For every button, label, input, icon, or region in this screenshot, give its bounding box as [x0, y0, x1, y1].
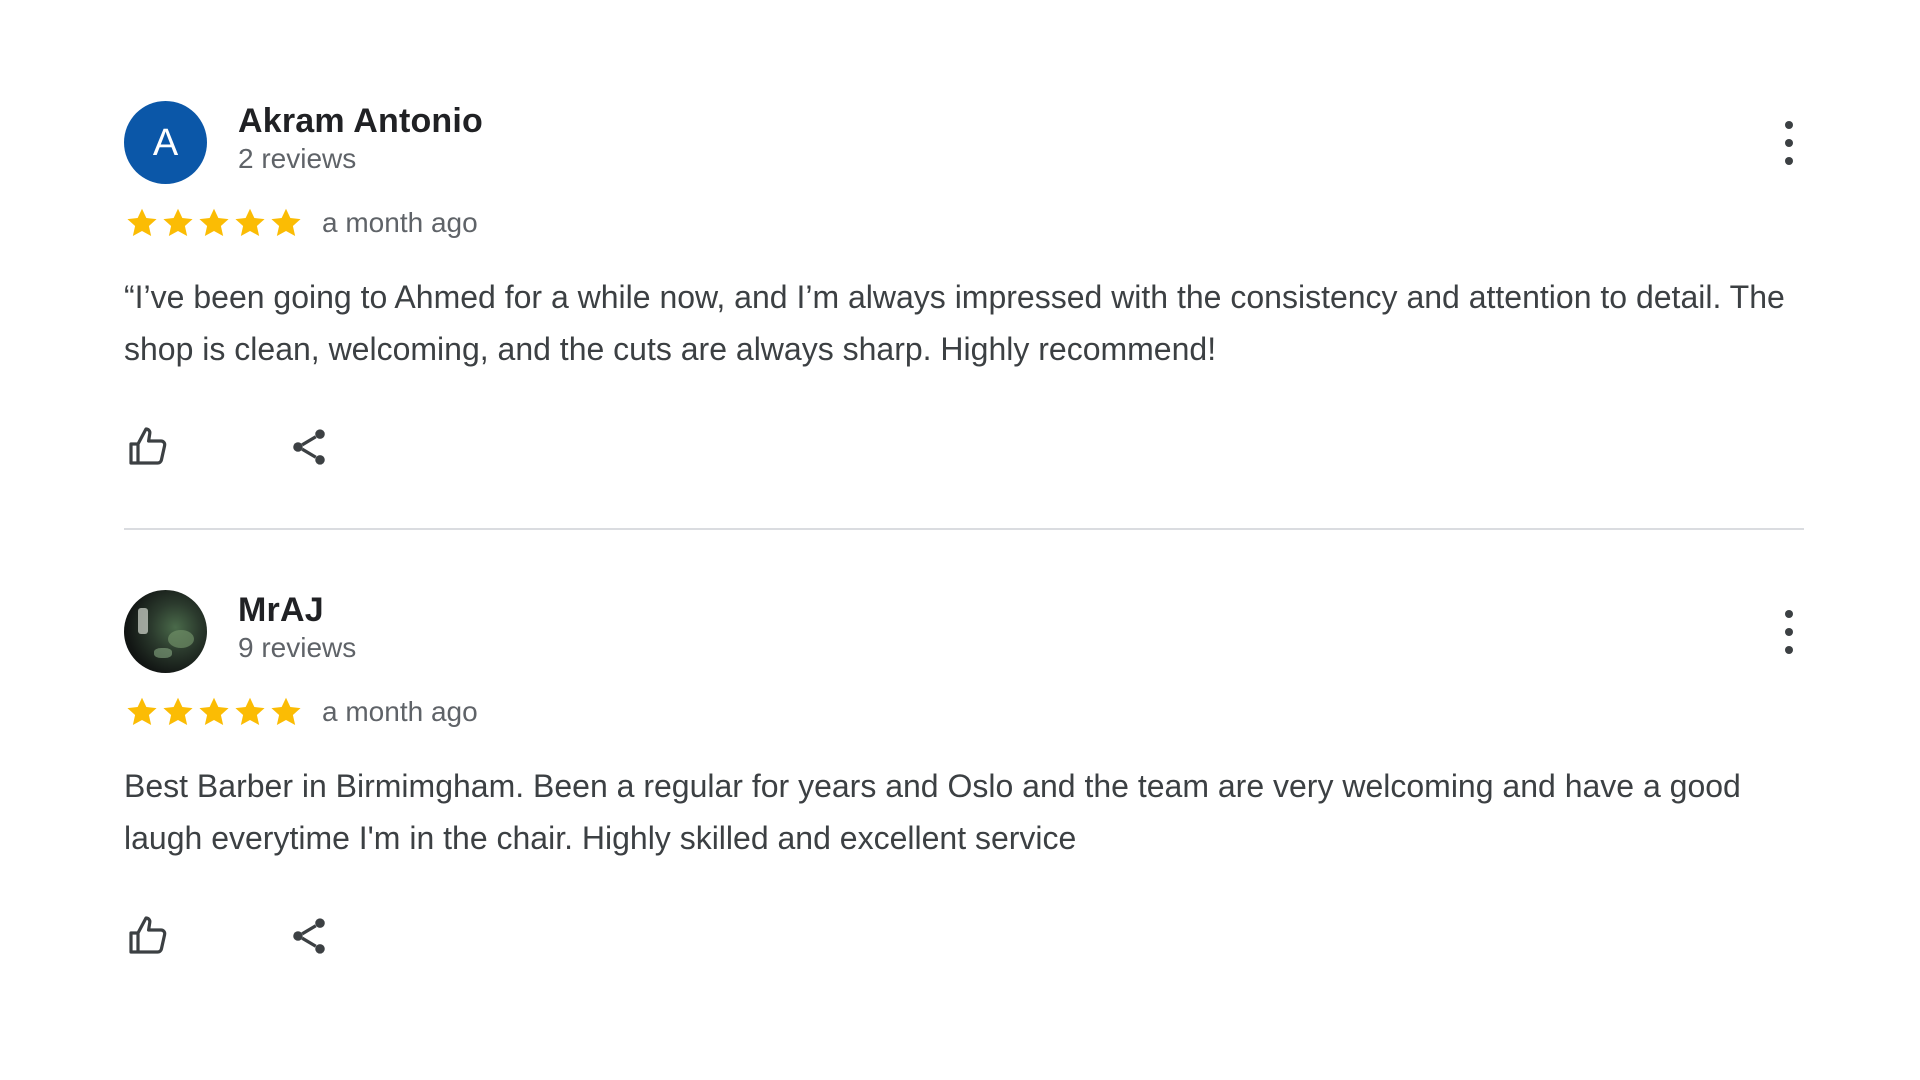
star-icon	[160, 694, 196, 730]
avatar-initial: A	[152, 121, 179, 164]
star-icon	[196, 205, 232, 241]
star-icon	[232, 694, 268, 730]
author-info: MrAJ 9 reviews	[238, 590, 356, 666]
more-options-button[interactable]	[1774, 608, 1804, 656]
star-icon	[124, 694, 160, 730]
share-icon	[293, 429, 325, 465]
review-actions	[124, 419, 1804, 475]
author-review-count[interactable]: 9 reviews	[238, 630, 356, 666]
more-vert-icon-dot	[1785, 646, 1793, 654]
star-rating	[124, 205, 304, 241]
reviews-list: A Akram Antonio 2 reviews a month ago “I…	[124, 101, 1804, 964]
star-rating	[124, 694, 304, 730]
author-review-count[interactable]: 2 reviews	[238, 141, 483, 177]
star-icon	[196, 694, 232, 730]
avatar[interactable]: A	[124, 101, 207, 184]
author-info: Akram Antonio 2 reviews	[238, 101, 483, 177]
review-card: MrAJ 9 reviews a month ago Best Barber i…	[124, 590, 1804, 964]
thumbs-up-icon	[129, 916, 167, 954]
review-actions	[124, 908, 1804, 964]
star-icon	[268, 205, 304, 241]
star-icon	[232, 205, 268, 241]
review-text: Best Barber in Birmimgham. Been a regula…	[124, 768, 1741, 856]
review-card: A Akram Antonio 2 reviews a month ago “I…	[124, 101, 1804, 475]
more-vert-icon	[1785, 121, 1793, 129]
more-vert-icon-dot	[1785, 139, 1793, 147]
star-icon	[160, 205, 196, 241]
thumbs-up-icon	[129, 427, 167, 465]
avatar-photo-detail	[154, 648, 172, 658]
more-options-button[interactable]	[1774, 119, 1804, 167]
like-button[interactable]	[124, 908, 180, 964]
star-icon	[124, 205, 160, 241]
avatar-photo-detail	[168, 630, 194, 648]
review-header: A Akram Antonio 2 reviews	[124, 101, 1804, 185]
review-header: MrAJ 9 reviews	[124, 590, 1804, 674]
avatar-photo-detail	[138, 608, 148, 634]
share-button[interactable]	[287, 419, 343, 475]
more-vert-icon-dot	[1785, 157, 1793, 165]
avatar[interactable]	[124, 590, 207, 673]
share-button[interactable]	[287, 908, 343, 964]
rating-row: a month ago	[124, 203, 1804, 243]
review-divider	[124, 528, 1804, 530]
author-name[interactable]: MrAJ	[238, 590, 356, 630]
author-name[interactable]: Akram Antonio	[238, 101, 483, 141]
review-text: “I’ve been going to Ahmed for a while no…	[124, 279, 1785, 367]
share-icon	[293, 918, 325, 954]
star-icon	[268, 694, 304, 730]
review-date: a month ago	[322, 207, 478, 238]
more-vert-icon	[1785, 610, 1793, 618]
rating-row: a month ago	[124, 692, 1804, 732]
more-vert-icon-dot	[1785, 628, 1793, 636]
review-date: a month ago	[322, 696, 478, 727]
like-button[interactable]	[124, 419, 180, 475]
